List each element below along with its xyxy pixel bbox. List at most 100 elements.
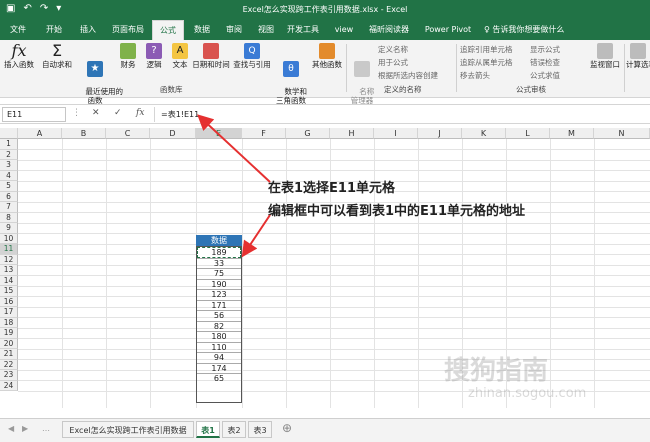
column-header-selected[interactable]: E	[196, 128, 242, 139]
other-functions-button[interactable]: 其他函数	[310, 43, 344, 69]
row-header[interactable]: 6	[0, 191, 18, 202]
use-in-formula-button[interactable]: 用于公式	[378, 57, 408, 68]
table-cell[interactable]: 174	[197, 362, 241, 374]
column-header[interactable]: J	[418, 128, 462, 139]
tell-me[interactable]: ♀ 告诉我你想要做什么	[484, 20, 564, 40]
autosum-button[interactable]: Σ 自动求和	[40, 43, 74, 70]
prev-sheet-icon[interactable]: ◀	[8, 424, 14, 433]
gridline	[418, 139, 419, 408]
column-header[interactable]: A	[18, 128, 62, 139]
worksheet-grid[interactable]: A B C D E F G H I J K L M N 1 2 3 4 5 6 …	[0, 128, 650, 418]
create-from-selection-button[interactable]: 根据所选内容创建	[378, 70, 438, 81]
row-header[interactable]: 1	[0, 139, 18, 150]
tab-power-pivot[interactable]: Power Pivot	[420, 20, 476, 40]
row-header[interactable]: 24	[0, 380, 18, 391]
error-checking-button[interactable]: 错误检查	[530, 57, 560, 68]
row-header[interactable]: 5	[0, 181, 18, 192]
table-cell[interactable]: 190	[197, 278, 241, 290]
row-header[interactable]: 14	[0, 275, 18, 286]
formula-input[interactable]: =表1!E11	[154, 107, 648, 122]
tab-file[interactable]: 文件	[4, 20, 32, 40]
table-header-cell[interactable]: 数据	[196, 235, 242, 246]
tab-review[interactable]: 审阅	[220, 20, 248, 40]
table-cell[interactable]: 65	[197, 373, 241, 384]
row-header[interactable]: 7	[0, 202, 18, 213]
tab-home[interactable]: 开始	[40, 20, 68, 40]
tab-formulas[interactable]: 公式	[152, 20, 184, 40]
row-header[interactable]: 16	[0, 296, 18, 307]
row-header[interactable]: 18	[0, 317, 18, 328]
column-header[interactable]: H	[330, 128, 374, 139]
tab-view-en[interactable]: view	[330, 20, 358, 40]
insert-function-button[interactable]: fx 插入函数	[2, 43, 36, 70]
column-header[interactable]: C	[106, 128, 150, 139]
column-header[interactable]: L	[506, 128, 550, 139]
row-header[interactable]: 10	[0, 233, 18, 244]
row-header[interactable]: 12	[0, 254, 18, 265]
cancel-icon[interactable]: ✕	[92, 108, 100, 118]
row-header[interactable]: 15	[0, 286, 18, 297]
table-cell[interactable]: 180	[197, 331, 241, 342]
table-cell[interactable]: 94	[197, 352, 241, 363]
row-header[interactable]: 3	[0, 160, 18, 171]
row-header[interactable]: 23	[0, 370, 18, 381]
row-header[interactable]: 22	[0, 359, 18, 370]
row-header[interactable]: 2	[0, 149, 18, 160]
row-header[interactable]: 19	[0, 328, 18, 339]
row-header-selected[interactable]: 11	[0, 244, 18, 255]
row-header[interactable]: 4	[0, 170, 18, 181]
tab-data[interactable]: 数据	[188, 20, 216, 40]
column-header[interactable]: D	[150, 128, 196, 139]
enter-icon[interactable]: ✓	[114, 108, 122, 118]
evaluate-formula-button[interactable]: 公式求值	[530, 70, 560, 81]
tab-insert[interactable]: 插入	[74, 20, 102, 40]
row-header[interactable]: 17	[0, 307, 18, 318]
trace-dependents-button[interactable]: 追踪从属单元格	[460, 57, 513, 68]
datetime-button[interactable]: 日期和时间	[192, 43, 230, 69]
table-cell[interactable]: 75	[197, 268, 241, 279]
sheet-tab[interactable]: 表2	[222, 421, 246, 438]
selected-cell-e11[interactable]: 189	[197, 247, 241, 258]
finance-button[interactable]: 财务	[116, 43, 140, 69]
add-sheet-icon[interactable]: ⊕	[282, 421, 292, 435]
sheet-tab-active[interactable]: 表1	[196, 421, 220, 438]
table-cell[interactable]: 33	[197, 257, 241, 269]
row-header[interactable]: 13	[0, 265, 18, 276]
sheet-tab[interactable]: Excel怎么实现跨工作表引用数据	[62, 421, 194, 438]
logic-button[interactable]: ? 逻辑	[142, 43, 166, 69]
tab-foxit[interactable]: 福昕阅读器	[364, 20, 414, 40]
column-header[interactable]: B	[62, 128, 106, 139]
table-cell[interactable]: 110	[197, 341, 241, 353]
row-header[interactable]: 9	[0, 223, 18, 234]
name-box[interactable]: E11	[2, 107, 66, 122]
watch-window-button[interactable]: 监视窗口	[588, 43, 622, 69]
column-header[interactable]: F	[242, 128, 286, 139]
remove-arrows-button[interactable]: 移去箭头	[460, 70, 490, 81]
text-button[interactable]: A 文本	[168, 43, 192, 69]
row-header[interactable]: 8	[0, 212, 18, 223]
table-cell[interactable]: 123	[197, 289, 241, 300]
next-sheet-icon[interactable]: ▶	[22, 424, 28, 433]
row-header[interactable]: 21	[0, 349, 18, 360]
tab-page-layout[interactable]: 页面布局	[108, 20, 148, 40]
define-name-button[interactable]: 定义名称	[378, 44, 408, 55]
tab-developer[interactable]: 开发工具	[284, 20, 322, 40]
lookup-button[interactable]: Q 查找与引用	[232, 43, 272, 69]
tab-view[interactable]: 视图	[252, 20, 280, 40]
table-cell[interactable]: 171	[197, 299, 241, 311]
select-all-corner[interactable]	[0, 128, 18, 139]
table-cell[interactable]: 82	[197, 320, 241, 332]
column-header[interactable]: M	[550, 128, 594, 139]
column-header[interactable]: K	[462, 128, 506, 139]
row-header[interactable]: 20	[0, 338, 18, 349]
column-header[interactable]: I	[374, 128, 418, 139]
column-header[interactable]: N	[594, 128, 650, 139]
fx-icon[interactable]: fx	[136, 108, 144, 118]
table-cell[interactable]: 56	[197, 310, 241, 321]
sheet-tab[interactable]: 表3	[248, 421, 272, 438]
column-header[interactable]: G	[286, 128, 330, 139]
more-sheets-icon[interactable]: …	[42, 424, 50, 433]
show-formulas-button[interactable]: 显示公式	[530, 44, 560, 55]
calc-options-button[interactable]: 计算选项	[626, 43, 650, 69]
trace-precedents-button[interactable]: 追踪引用单元格	[460, 44, 513, 55]
